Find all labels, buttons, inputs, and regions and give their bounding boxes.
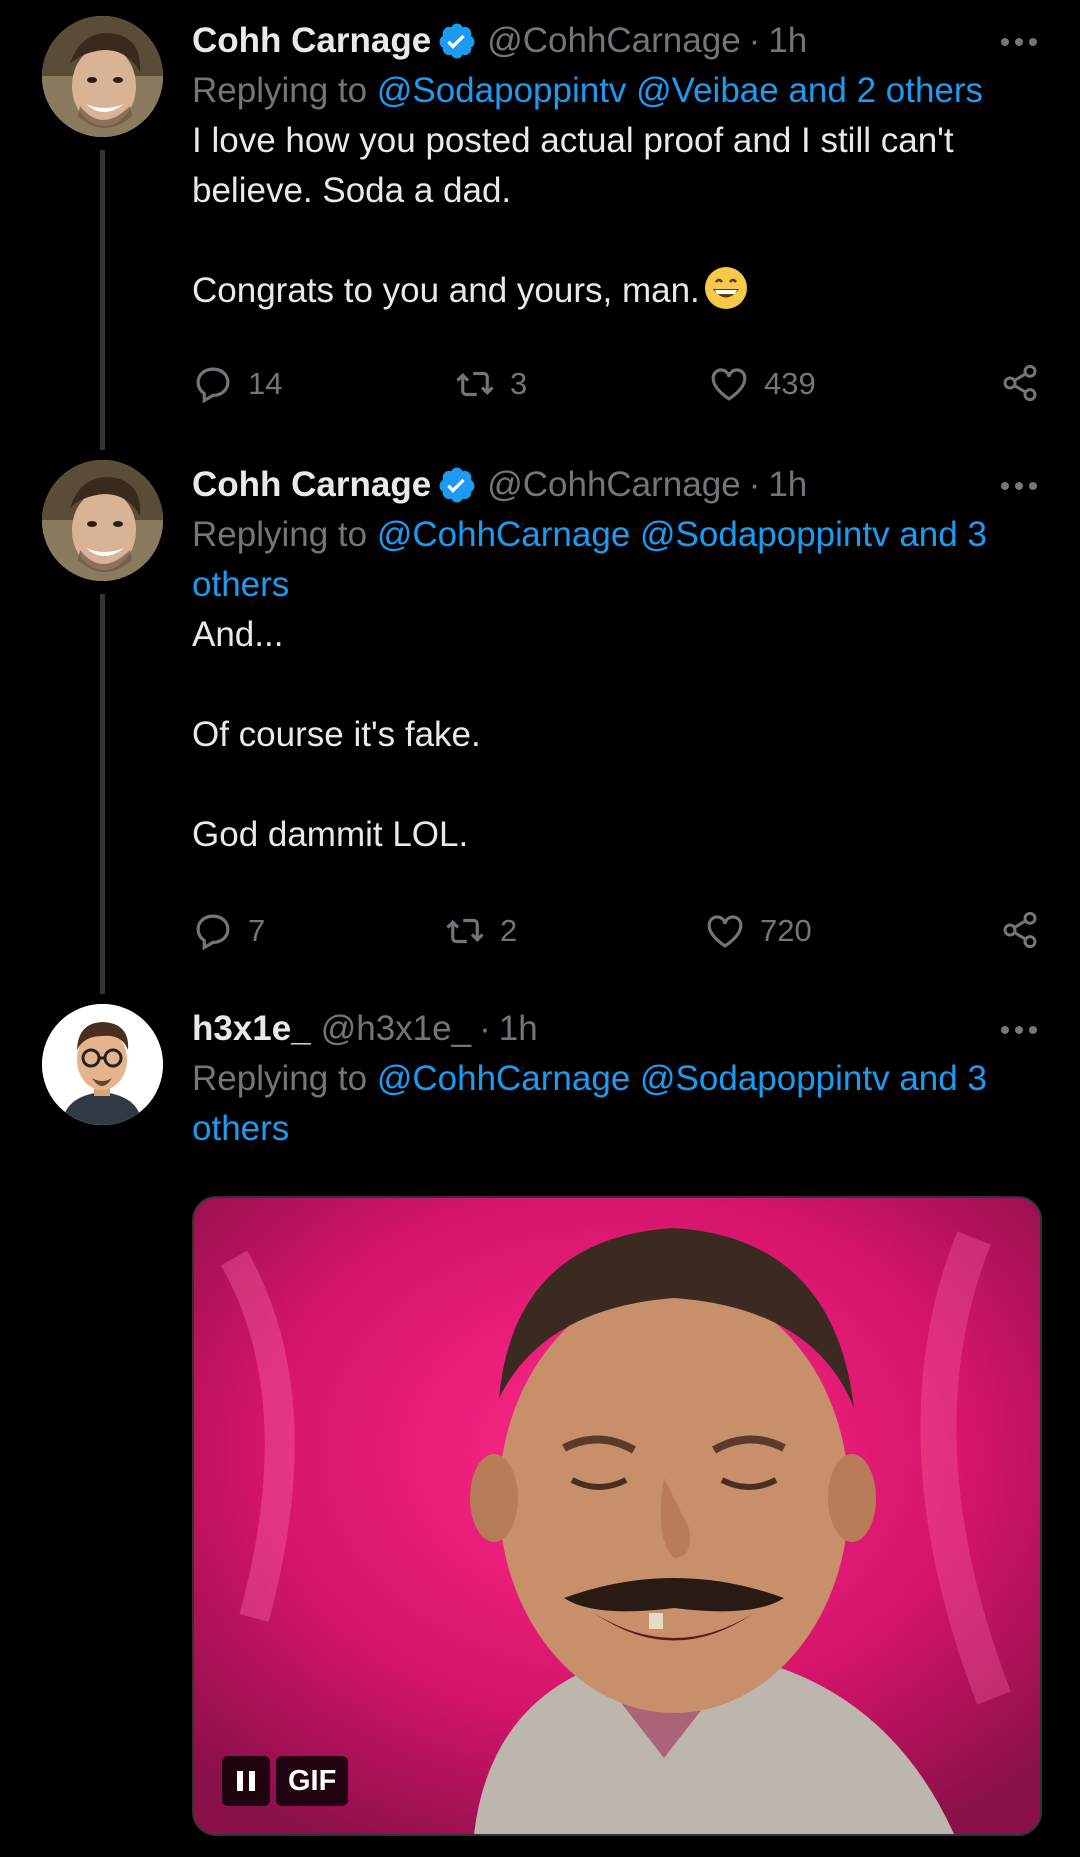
- like-count: 720: [760, 913, 812, 948]
- verified-badge-icon: [437, 465, 477, 505]
- reply-button[interactable]: 7: [192, 906, 265, 956]
- replying-mentions[interactable]: @Sodapoppintv @Veibae and 2 others: [377, 71, 983, 110]
- more-options-icon[interactable]: [998, 470, 1040, 500]
- gif-badge: GIF: [276, 1756, 349, 1806]
- verified-badge-icon: [437, 21, 477, 61]
- retweet-count: 2: [500, 913, 518, 948]
- tweet-header: Cohh Carnage @CohhCarnage · 1h: [192, 460, 1040, 510]
- replying-prefix: Replying to: [192, 1059, 377, 1098]
- replying-to: Replying to @Sodapoppintv @Veibae and 2 …: [192, 66, 1040, 116]
- retweet-icon: [456, 371, 494, 397]
- display-name[interactable]: Cohh Carnage: [192, 465, 431, 505]
- replying-prefix: Replying to: [192, 71, 377, 110]
- share-icon[interactable]: [1000, 363, 1040, 408]
- like-button[interactable]: 720: [704, 906, 812, 956]
- heart-icon: [711, 368, 747, 401]
- timestamp[interactable]: 1h: [768, 465, 807, 505]
- replying-to: Replying to @CohhCarnage @Sodapoppintv a…: [192, 1054, 1040, 1154]
- tweet-thread: Cohh Carnage @CohhCarnage · 1h Replying …: [0, 0, 1080, 1857]
- heart-icon: [707, 915, 743, 948]
- gif-controls: GIF: [222, 1756, 349, 1806]
- avatar[interactable]: [42, 460, 163, 581]
- like-button[interactable]: 439: [708, 359, 816, 409]
- tweet-header: h3x1e_ @h3x1e_ · 1h: [192, 1004, 1040, 1054]
- tweet[interactable]: Cohh Carnage @CohhCarnage · 1h Replying …: [0, 0, 1080, 450]
- more-options-icon[interactable]: [998, 1014, 1040, 1044]
- thread-connector: [100, 150, 105, 450]
- tweet-text: And... Of course it's fake. God dammit L…: [192, 615, 481, 854]
- timestamp[interactable]: 1h: [499, 1009, 538, 1049]
- tweet-text: I love how you posted actual proof and I…: [192, 116, 1040, 316]
- separator-dot: ·: [748, 465, 761, 504]
- display-name[interactable]: h3x1e_: [192, 1009, 311, 1049]
- tweet-actions: 14 3 439: [192, 359, 1040, 409]
- timestamp[interactable]: 1h: [768, 21, 807, 61]
- reply-icon: [196, 914, 230, 951]
- grinning-face-emoji-icon: [704, 266, 748, 310]
- tweet-text-content: I love how you posted actual proof and I…: [192, 121, 954, 310]
- tweet[interactable]: h3x1e_ @h3x1e_ · 1h Replying to @CohhCar…: [0, 988, 1080, 1857]
- laughing-man-gif-icon: [194, 1198, 1040, 1834]
- separator-dot: ·: [479, 1009, 491, 1048]
- handle[interactable]: @h3x1e_: [321, 1009, 471, 1049]
- like-count: 439: [764, 366, 816, 401]
- reply-icon: [196, 367, 230, 404]
- replying-prefix: Replying to: [192, 515, 377, 554]
- tweet-actions: 7 2 720: [192, 906, 1040, 956]
- retweet-icon: [446, 918, 484, 944]
- avatar[interactable]: [42, 16, 163, 137]
- handle[interactable]: @CohhCarnage: [487, 465, 740, 505]
- reply-count: 14: [248, 366, 283, 401]
- reply-button[interactable]: 14: [192, 359, 282, 409]
- pause-icon[interactable]: [222, 1756, 270, 1806]
- thread-connector: [100, 594, 105, 994]
- gif-media[interactable]: GIF: [192, 1196, 1042, 1836]
- retweet-count: 3: [510, 366, 528, 401]
- display-name[interactable]: Cohh Carnage: [192, 21, 431, 61]
- avatar[interactable]: [42, 1004, 163, 1125]
- tweet[interactable]: Cohh Carnage @CohhCarnage · 1h Replying …: [0, 444, 1080, 994]
- share-icon[interactable]: [1000, 910, 1040, 955]
- more-options-icon[interactable]: [998, 26, 1040, 56]
- retweet-button[interactable]: 3: [454, 359, 527, 409]
- handle[interactable]: @CohhCarnage: [487, 21, 740, 61]
- replying-to: Replying to @CohhCarnage @Sodapoppintv a…: [192, 510, 1040, 610]
- retweet-button[interactable]: 2: [444, 906, 517, 956]
- tweet-header: Cohh Carnage @CohhCarnage · 1h: [192, 16, 1040, 66]
- reply-count: 7: [248, 913, 266, 948]
- separator-dot: ·: [748, 21, 761, 60]
